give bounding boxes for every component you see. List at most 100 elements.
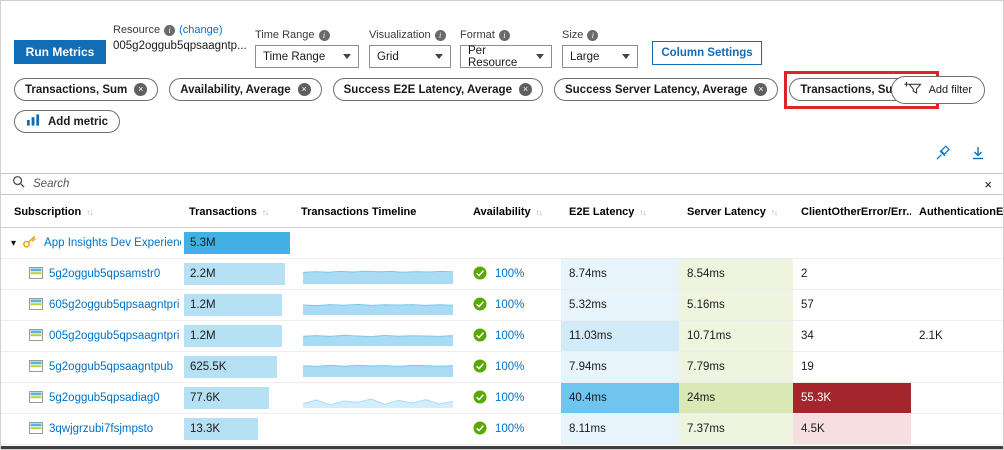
transactions-bar: 77.6K [184,387,269,409]
availability-value[interactable]: 100% [495,423,524,435]
availability-check-icon [473,421,487,438]
run-metrics-button[interactable]: Run Metrics [14,40,106,64]
storage-account-icon [29,359,43,375]
format-dropdown[interactable]: Per Resource [460,44,552,69]
client-error-cell: 34 [793,320,911,352]
column-header[interactable]: Availability ↑↓ [465,195,561,228]
resource-link[interactable]: 5g2oggub5qpsaagntpub [49,361,173,373]
storage-account-icon [29,390,43,406]
resource-value[interactable]: 005g2oggub5qpsaagntp... [113,40,251,52]
search-input[interactable] [33,178,977,190]
search-icon [12,175,25,193]
size-dropdown[interactable]: Large [562,45,638,68]
availability-check-icon [473,328,487,345]
download-icon[interactable] [969,144,987,162]
table-row[interactable]: 5g2oggub5qpsadiag0 77.6K 100% 40.4ms 24m… [1,382,1003,414]
availability-value[interactable]: 100% [495,361,524,373]
azure-metrics-blade: Run Metrics Resource i (change) 005g2ogg… [0,0,1004,450]
collapse-icon[interactable]: ▾ [11,238,16,249]
column-label: Server Latency [687,206,766,218]
resource-link[interactable]: 605g2oggub5qpsaagntpri [49,299,179,311]
transactions-value: 625.5K [190,361,227,373]
availability-value[interactable]: 100% [495,299,524,311]
resource-control: Resource i (change) 005g2oggub5qpsaagntp… [113,24,251,52]
format-value: Per Resource [468,44,518,69]
column-header[interactable]: AuthenticationErr...↑↓ [911,195,1003,228]
e2e-latency-cell: 8.74ms [561,258,679,290]
availability-value[interactable]: 100% [495,268,524,280]
auth-error-cell: 2.1K [911,320,1003,352]
column-header[interactable]: Subscription ↑↓ [1,195,181,228]
column-label: E2E Latency [569,206,635,218]
table-row[interactable]: 5g2oggub5qpsaagntpub 625.5K 100% 7.94ms … [1,351,1003,383]
pill-label: Transactions, Sum [25,83,128,96]
clear-search-icon[interactable]: × [984,178,992,191]
remove-metric-icon[interactable]: × [518,83,532,96]
resource-link[interactable]: 5g2oggub5qpsadiag0 [49,392,160,404]
metric-pill[interactable]: Availability, Average × [169,78,322,101]
subscription-link[interactable]: App Insights Dev Experience [44,237,181,249]
remove-metric-icon[interactable]: × [754,83,768,96]
info-icon: i [434,29,446,41]
time-range-dropdown[interactable]: Time Range [255,45,359,68]
column-settings-button[interactable]: Column Settings [652,41,762,65]
metric-pill[interactable]: Success Server Latency, Average × [553,78,779,101]
table-row[interactable]: 5g2oggub5qpsamstr0 2.2M 100% 8.74ms 8.54… [1,258,1003,290]
transactions-value: 2.2M [190,268,216,280]
remove-metric-icon[interactable]: × [297,83,311,96]
add-filter-button[interactable]: Add filter [890,76,985,104]
resource-label: Resource [113,24,161,36]
transactions-bar: 1.2M [184,325,282,347]
resource-link[interactable]: 5g2oggub5qpsamstr0 [49,268,160,280]
column-header[interactable]: E2E Latency ↑↓ [561,195,679,228]
resource-link[interactable]: 3qwjgrzubi7fsjmpsto [49,423,153,435]
column-label: Transactions Timeline [301,206,417,218]
transactions-value: 1.2M [190,330,216,342]
table-row[interactable]: 3qwjgrzubi7fsjmpsto 13.3K 100% 8.11ms 7.… [1,413,1003,445]
add-metric-button[interactable]: Add metric [14,110,121,133]
metric-pills-row: Transactions, Sum × Availability, Averag… [14,71,939,109]
remove-metric-icon[interactable]: × [134,83,148,96]
visualization-control: Visualization i Grid [369,29,451,68]
size-value: Large [570,50,600,63]
chevron-down-icon [343,54,351,59]
group-transactions-bar: 5.3M [184,232,290,254]
resource-change-link[interactable]: (change) [179,24,222,36]
server-latency-cell: 24ms [679,382,793,414]
visualization-dropdown[interactable]: Grid [369,45,451,68]
column-label: Availability [473,206,531,218]
column-label: ClientOtherError/Err... [801,206,911,218]
chevron-down-icon [622,54,630,59]
search-bar: × [1,173,1003,195]
resource-link[interactable]: 005g2oggub5qpsaagntpri [49,330,179,342]
client-error-cell: 57 [793,289,911,321]
metric-pill[interactable]: Success E2E Latency, Average × [332,78,543,101]
column-header[interactable]: Server Latency ↑↓ [679,195,793,228]
transactions-value: 13.3K [190,423,221,435]
sort-icon: ↑↓ [770,208,778,217]
server-latency-cell: 8.54ms [679,258,793,290]
availability-value[interactable]: 100% [495,392,524,404]
timeline-sparkline [303,264,453,284]
transactions-value: 77.6K [190,392,221,404]
storage-account-icon [29,328,43,344]
client-error-cell: 4.5K [793,413,911,445]
table-row[interactable]: 005g2oggub5qpsaagntpri 1.2M 100% 11.03ms… [1,320,1003,352]
add-metric-label: Add metric [48,115,109,128]
format-label: Format [460,29,495,41]
column-header[interactable]: Transactions ↑↓ [181,195,293,228]
column-header[interactable]: Transactions Timeline [293,195,465,228]
transactions-bar: 1.2M [184,294,282,316]
auth-error-cell [911,382,1003,414]
storage-account-icon [29,297,43,313]
pin-icon[interactable] [933,144,951,162]
availability-value[interactable]: 100% [495,330,524,342]
transactions-value: 5.3M [190,237,216,249]
timeline-sparkline [303,326,453,346]
client-error-cell: 55.3K [793,382,911,414]
column-header[interactable]: ClientOtherError/Err...↑↓ [793,195,911,228]
info-icon: i [587,29,599,41]
group-row[interactable]: ▾ App Insights Dev Experience 5.3M [1,227,1003,259]
table-row[interactable]: 605g2oggub5qpsaagntpri 1.2M 100% 5.32ms … [1,289,1003,321]
metric-pill[interactable]: Transactions, Sum × [14,78,159,101]
